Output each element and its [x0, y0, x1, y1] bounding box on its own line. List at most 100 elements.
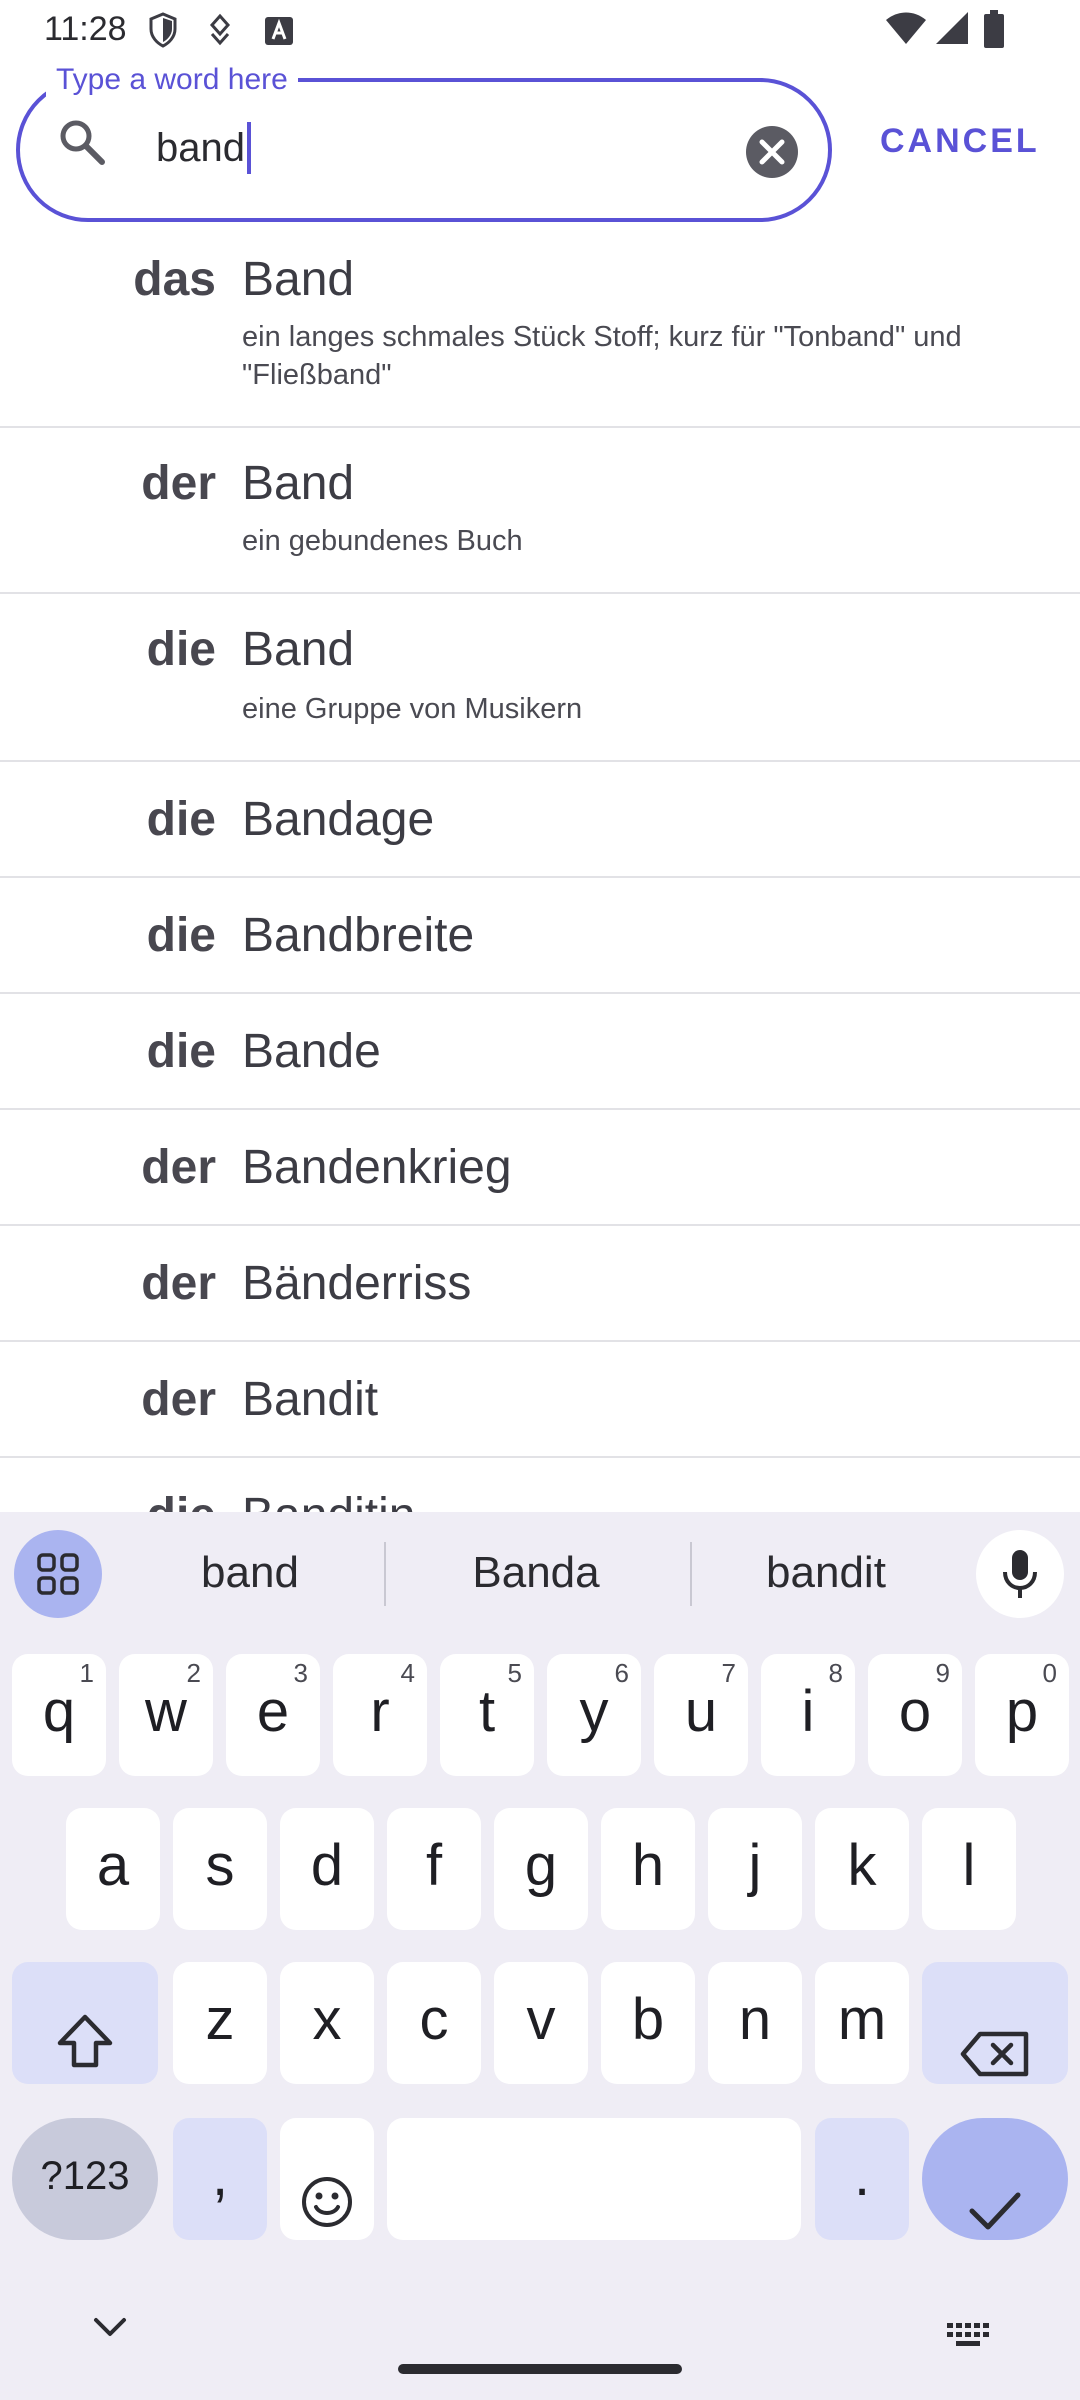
suggestion-divider [690, 1542, 692, 1606]
checkmark-icon [968, 2156, 1022, 2272]
key-hint: 2 [186, 1658, 201, 1688]
clear-icon[interactable] [744, 124, 800, 185]
article-label: der [141, 1141, 216, 1194]
key-z[interactable]: z [173, 1962, 267, 2084]
key-hint: 5 [507, 1658, 522, 1688]
keyboard-switch-icon[interactable] [946, 2322, 990, 2353]
key-s[interactable]: s [173, 1808, 267, 1930]
definition-label: ein gebundenes Buch [242, 525, 523, 557]
key-u[interactable]: u7 [654, 1654, 748, 1776]
list-item[interactable]: die Bandbreite [0, 878, 1080, 994]
key-f[interactable]: f [387, 1808, 481, 1930]
list-item[interactable]: die Band eine Gruppe von Musikern [0, 594, 1080, 762]
key-hint: 4 [400, 1658, 415, 1688]
enter-key[interactable] [922, 2118, 1068, 2240]
list-item[interactable]: das Band ein langes schmales Stück Stoff… [0, 240, 1080, 428]
word-label: Bänderriss [242, 1257, 472, 1310]
key-e[interactable]: e3 [226, 1654, 320, 1776]
suggestion-3[interactable]: bandit [706, 1548, 946, 1598]
article-label: die [146, 623, 216, 676]
apps-grid-icon [36, 1552, 80, 1601]
key-hint: 1 [79, 1658, 94, 1688]
hide-keyboard-chevron-icon[interactable] [90, 2316, 130, 2345]
a-badge-icon [264, 16, 294, 51]
key-m[interactable]: m [815, 1962, 909, 2084]
period-key[interactable]: . [815, 2118, 909, 2240]
article-label: der [141, 457, 216, 510]
key-label: u [684, 1679, 718, 1744]
keyboard: band Banda bandit q1 w2 e3 r4 t5 y6 u7 i… [0, 1512, 1080, 2400]
key-b[interactable]: b [601, 1962, 695, 2084]
key-x[interactable]: x [280, 1962, 374, 2084]
article-label: der [141, 1373, 216, 1426]
suggestion-2[interactable]: Banda [416, 1548, 656, 1598]
definition-label: eine Gruppe von Musikern [242, 693, 583, 725]
key-label: p [1005, 1679, 1039, 1744]
space-key[interactable] [387, 2118, 801, 2240]
list-item[interactable]: die Bandage [0, 762, 1080, 878]
key-label: i [801, 1679, 815, 1744]
search-field-label: Type a word here [46, 60, 298, 100]
backspace-key[interactable] [922, 1962, 1068, 2084]
signal-icon [936, 12, 968, 51]
word-label: Banditin [242, 1488, 415, 1512]
comma-key[interactable]: , [173, 2118, 267, 2240]
key-label: o [898, 1679, 932, 1744]
list-item[interactable]: die Banditin [0, 1458, 1080, 1512]
status-bar: 11:28 [0, 0, 1080, 62]
suggestion-1[interactable]: band [130, 1548, 370, 1598]
key-k[interactable]: k [815, 1808, 909, 1930]
key-r[interactable]: r4 [333, 1654, 427, 1776]
list-item[interactable]: der Bänderriss [0, 1226, 1080, 1342]
article-label: die [146, 1025, 216, 1078]
wifi-icon [886, 12, 926, 51]
key-label: q [42, 1679, 76, 1744]
key-i[interactable]: i8 [761, 1654, 855, 1776]
key-w[interactable]: w2 [119, 1654, 213, 1776]
word-label: Bandenkrieg [242, 1141, 512, 1194]
suggestion-bar: band Banda bandit [0, 1512, 1080, 1634]
key-q[interactable]: q1 [12, 1654, 106, 1776]
key-label: e [256, 1679, 290, 1744]
key-t[interactable]: t5 [440, 1654, 534, 1776]
key-a[interactable]: a [66, 1808, 160, 1930]
key-v[interactable]: v [494, 1962, 588, 2084]
key-j[interactable]: j [708, 1808, 802, 1930]
list-item[interactable]: der Bandit [0, 1342, 1080, 1458]
list-item[interactable]: der Bandenkrieg [0, 1110, 1080, 1226]
article-label: die [146, 909, 216, 962]
search-input[interactable]: band [156, 122, 251, 174]
key-n[interactable]: n [708, 1962, 802, 2084]
key-o[interactable]: o9 [868, 1654, 962, 1776]
emoji-key[interactable] [280, 2118, 374, 2240]
data-saver-icon [206, 12, 234, 53]
cancel-button[interactable]: CANCEL [880, 122, 1040, 161]
shield-icon [148, 12, 178, 53]
home-gesture-bar[interactable] [398, 2364, 682, 2374]
list-item[interactable]: die Bande [0, 994, 1080, 1110]
article-label: der [141, 1257, 216, 1310]
microphone-icon [1002, 1548, 1038, 1605]
key-d[interactable]: d [280, 1808, 374, 1930]
search-input-value: band [156, 125, 245, 170]
keyboard-apps-button[interactable] [14, 1530, 102, 1618]
key-y[interactable]: y6 [547, 1654, 641, 1776]
symbols-key[interactable]: ?123 [12, 2118, 158, 2240]
word-label: Bandbreite [242, 909, 475, 962]
shift-key[interactable] [12, 1962, 158, 2084]
key-hint: 8 [828, 1658, 843, 1688]
list-item[interactable]: der Band ein gebundenes Buch [0, 428, 1080, 594]
word-label: Bandit [242, 1373, 379, 1426]
word-label: Bande [242, 1025, 381, 1078]
article-label: das [133, 253, 216, 306]
key-h[interactable]: h [601, 1808, 695, 1930]
key-label: t [478, 1679, 496, 1744]
voice-input-button[interactable] [976, 1530, 1064, 1618]
key-label: r [370, 1679, 390, 1744]
key-g[interactable]: g [494, 1808, 588, 1930]
definition-label: ein langes schmales Stück Stoff; kurz fü… [242, 321, 962, 391]
key-c[interactable]: c [387, 1962, 481, 2084]
key-l[interactable]: l [922, 1808, 1016, 1930]
key-hint: 9 [935, 1658, 950, 1688]
key-p[interactable]: p0 [975, 1654, 1069, 1776]
